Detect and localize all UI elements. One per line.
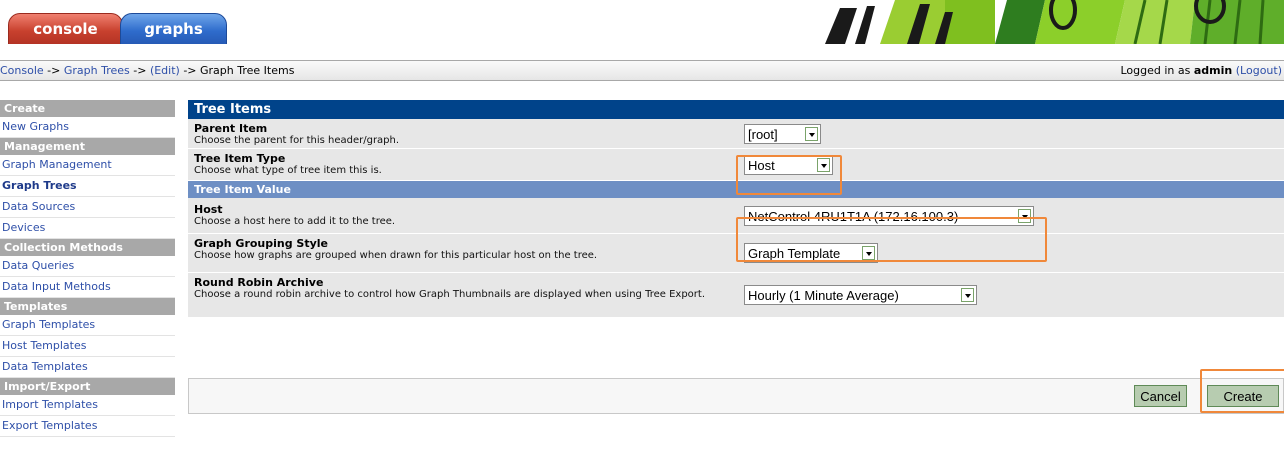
highlight-box-host [736, 217, 1047, 262]
parent-item-value: [root] [748, 127, 778, 142]
chevron-down-icon[interactable] [961, 288, 974, 302]
parent-item-help: Choose the parent for this header/graph. [194, 135, 400, 146]
tab-console[interactable]: console [8, 13, 123, 44]
graph-grouping-help: Choose how graphs are grouped when drawn… [194, 250, 598, 261]
sidebar-item-data-input-methods[interactable]: Data Input Methods [0, 277, 175, 298]
tree-items-form: Tree Items Parent Item Choose the parent… [188, 100, 1284, 414]
sidebar-header-create: Create [0, 100, 175, 117]
sidebar-item-export-templates[interactable]: Export Templates [0, 416, 175, 437]
round-robin-archive-help: Choose a round robin archive to control … [194, 289, 706, 300]
tab-graphs[interactable]: graphs [120, 13, 227, 44]
breadcrumb-bar: Console -> Graph Trees -> (Edit) -> Grap… [0, 60, 1284, 81]
sidebar-item-import-templates[interactable]: Import Templates [0, 395, 175, 416]
login-status: Logged in as admin (Logout) [1121, 61, 1283, 80]
round-robin-archive-label: Round Robin Archive [194, 276, 324, 289]
round-robin-archive-label-group: Round Robin Archive Choose a round robin… [194, 276, 734, 300]
breadcrumb-current: Graph Tree Items [200, 64, 295, 77]
sidebar-item-data-sources[interactable]: Data Sources [0, 197, 175, 218]
host-label-group: Host Choose a host here to add it to the… [194, 203, 734, 227]
top-banner: console graphs [0, 0, 1284, 44]
login-username: admin [1193, 64, 1233, 77]
sidebar-header-import-export: Import/Export [0, 378, 175, 395]
parent-item-label-group: Parent Item Choose the parent for this h… [194, 122, 734, 146]
graph-grouping-label: Graph Grouping Style [194, 237, 329, 250]
highlight-box-tree-item-type [736, 155, 842, 195]
highlight-box-create [1200, 369, 1284, 413]
sidebar-item-data-queries[interactable]: Data Queries [0, 256, 175, 277]
breadcrumb-edit-link[interactable]: (Edit) [150, 64, 180, 77]
tree-item-type-label-group: Tree Item Type Choose what type of tree … [194, 152, 734, 176]
host-help: Choose a host here to add it to the tree… [194, 216, 396, 227]
round-robin-archive-select[interactable]: Hourly (1 Minute Average) [744, 285, 977, 305]
banner-cactus-art [795, 0, 1284, 44]
breadcrumb: Console -> Graph Trees -> (Edit) -> Grap… [0, 61, 294, 80]
parent-item-label: Parent Item [194, 122, 268, 135]
login-prefix: Logged in as [1120, 64, 1194, 77]
sidebar-item-graph-templates[interactable]: Graph Templates [0, 315, 175, 336]
parent-item-row: Parent Item Choose the parent for this h… [188, 119, 1284, 149]
breadcrumb-graph-trees-link[interactable]: Graph Trees [64, 64, 130, 77]
sidebar-item-new-graphs[interactable]: New Graphs [0, 117, 175, 138]
sidebar-item-graph-management[interactable]: Graph Management [0, 155, 175, 176]
breadcrumb-separator: -> [129, 64, 150, 77]
cancel-button[interactable]: Cancel [1134, 385, 1187, 407]
sidebar-item-data-templates[interactable]: Data Templates [0, 357, 175, 378]
chevron-down-icon[interactable] [805, 127, 818, 141]
sidebar-header-templates: Templates [0, 298, 175, 315]
form-title: Tree Items [188, 100, 1284, 119]
graph-grouping-label-group: Graph Grouping Style Choose how graphs a… [194, 237, 734, 261]
form-button-bar: Cancel Create [188, 378, 1284, 414]
breadcrumb-separator: -> [179, 64, 201, 77]
sidebar-header-management: Management [0, 138, 175, 155]
breadcrumb-console-link[interactable]: Console [0, 64, 44, 77]
sidebar-header-collection-methods: Collection Methods [0, 239, 175, 256]
parent-item-select[interactable]: [root] [744, 124, 821, 144]
logout-link[interactable]: (Logout) [1236, 64, 1282, 77]
sidebar-menu: Create New Graphs Management Graph Manag… [0, 100, 180, 437]
round-robin-archive-value: Hourly (1 Minute Average) [748, 288, 899, 303]
tree-item-type-help: Choose what type of tree item this is. [194, 165, 382, 176]
sidebar-item-devices[interactable]: Devices [0, 218, 175, 239]
sidebar-item-host-templates[interactable]: Host Templates [0, 336, 175, 357]
breadcrumb-separator: -> [43, 64, 64, 77]
round-robin-archive-row: Round Robin Archive Choose a round robin… [188, 273, 1284, 318]
tree-item-type-label: Tree Item Type [194, 152, 286, 165]
sidebar-item-graph-trees[interactable]: Graph Trees [0, 176, 175, 197]
host-label: Host [194, 203, 223, 216]
